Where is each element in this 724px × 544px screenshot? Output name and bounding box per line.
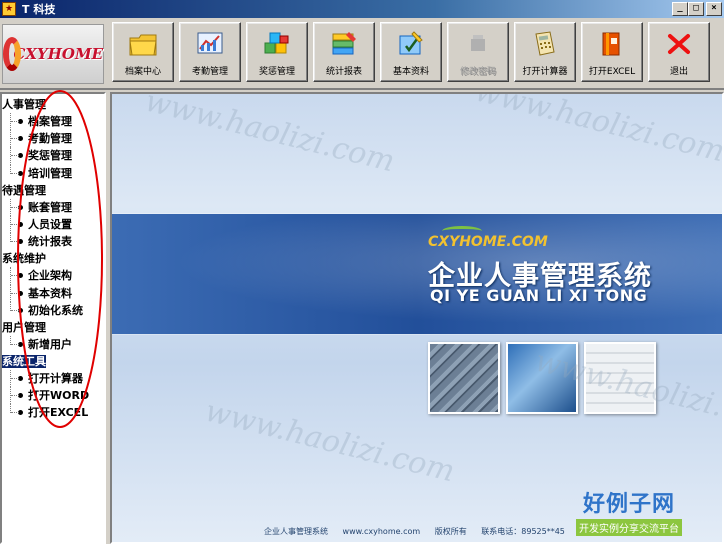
change-password-button[interactable]: 修改密码	[447, 22, 509, 82]
pen-photo	[506, 342, 578, 414]
open-excel-label: 打开EXCEL	[588, 67, 636, 77]
archive-center-label: 档案中心	[124, 67, 161, 77]
main-canvas: CXYHOME.COM 企业人事管理系统 QI YE GUAN LI XI TO…	[110, 92, 724, 544]
change-password-label: 修改密码	[459, 67, 496, 77]
report-icon	[329, 29, 359, 59]
bullet-icon	[18, 273, 23, 279]
exit-x-icon	[664, 29, 694, 59]
bullet-icon	[18, 341, 23, 347]
attendance-button[interactable]: 考勤管理	[179, 22, 241, 82]
keyboard-photo	[428, 342, 500, 414]
watermark-logo-main: 好例子网	[582, 491, 675, 517]
tree-group-tools[interactable]: 系统工具	[2, 353, 104, 370]
footer-copyright: 版权所有	[434, 527, 467, 536]
open-excel-button[interactable]: 打开EXCEL	[581, 22, 643, 82]
bullet-icon	[18, 239, 23, 245]
logo-text: CXYHOME	[13, 45, 103, 63]
keyboard-white-photo	[584, 342, 656, 414]
footer-info: 企业人事管理系统 www.cxyhome.com 版权所有 联系电话：89525…	[264, 526, 602, 537]
open-calculator-button[interactable]: 打开计算器	[514, 22, 576, 82]
footer-phone: 联系电话：89525**45	[481, 527, 565, 536]
bullet-icon	[18, 153, 23, 159]
tree-item-accounts[interactable]: 账套管理	[2, 198, 104, 217]
footer-website: www.cxyhome.com	[342, 527, 421, 536]
statistics-report-label: 统计报表	[325, 67, 362, 77]
bullet-icon	[18, 376, 23, 382]
toolbar: CXYHOME 档案中心 考勤管理 奖惩管理 统计报表 基本资料 修改密码 打开…	[0, 18, 724, 90]
banner-subline: QI YE GUAN LI XI TONG	[430, 286, 648, 305]
tree-group-maintenance[interactable]: 系统维护	[2, 250, 104, 267]
tree-item-org-structure[interactable]: 企业架构	[2, 267, 104, 285]
tree-item-basic-info[interactable]: 基本资料	[2, 284, 104, 302]
calculator-icon	[530, 29, 560, 59]
watermark-text: www.haolizi.com	[141, 92, 399, 180]
window-controls: _ □ ×	[672, 2, 722, 16]
title-bar: ★ T 科技 _ □ ×	[0, 0, 724, 18]
tree-item-add-user[interactable]: 新增用户	[2, 335, 104, 353]
tree-item-stats-report[interactable]: 统计报表	[2, 233, 104, 250]
tree-item-reward[interactable]: 奖惩管理	[2, 147, 104, 165]
watermark-text: www.haolizi.com	[201, 393, 459, 490]
tree-item-open-word[interactable]: 打开WORD	[2, 387, 104, 405]
bullet-icon	[18, 221, 23, 227]
navigation-tree: 人事管理 档案管理 考勤管理 奖惩管理 培训管理 待遇管理 账套管理 人员设置 …	[2, 96, 104, 422]
bullet-icon	[18, 170, 23, 176]
tree-item-archive[interactable]: 档案管理	[2, 113, 104, 131]
bullet-icon	[18, 393, 23, 399]
toolbar-buttons: 档案中心 考勤管理 奖惩管理 统计报表 基本资料 修改密码 打开计算器 打开EX…	[112, 22, 710, 82]
basic-info-button[interactable]: 基本资料	[380, 22, 442, 82]
tree-item-staff-settings[interactable]: 人员设置	[2, 215, 104, 234]
minimize-button[interactable]: _	[672, 2, 688, 16]
tree-item-attendance[interactable]: 考勤管理	[2, 130, 104, 148]
edit-icon	[396, 29, 426, 59]
banner-photos	[428, 342, 656, 414]
close-button[interactable]: ×	[706, 2, 722, 16]
bullet-icon	[18, 410, 23, 416]
watermark-logo-sub: 开发实例分享交流平台	[576, 519, 682, 536]
blocks-icon	[262, 29, 292, 59]
excel-book-icon	[597, 29, 627, 59]
bullet-icon	[18, 119, 23, 124]
tree-group-hr[interactable]: 人事管理	[2, 96, 104, 113]
bullet-icon	[18, 290, 23, 296]
exit-button[interactable]: 退出	[648, 22, 710, 82]
banner-brand: CXYHOME.COM	[428, 226, 548, 250]
bullet-icon	[18, 204, 23, 210]
reward-punish-label: 奖惩管理	[258, 67, 295, 77]
archive-center-button[interactable]: 档案中心	[112, 22, 174, 82]
exit-label: 退出	[669, 67, 688, 77]
tree-item-training[interactable]: 培训管理	[2, 164, 104, 182]
chart-icon	[195, 29, 225, 59]
open-calculator-label: 打开计算器	[522, 67, 568, 77]
reward-punish-button[interactable]: 奖惩管理	[246, 22, 308, 82]
basic-info-label: 基本资料	[392, 67, 429, 77]
password-icon	[463, 29, 493, 59]
footer-system-name: 企业人事管理系统	[264, 527, 328, 536]
bullet-icon	[18, 136, 23, 142]
tree-group-users[interactable]: 用户管理	[2, 319, 104, 336]
tree-item-open-excel[interactable]: 打开EXCEL	[2, 404, 104, 421]
maximize-button[interactable]: □	[688, 2, 704, 16]
logo-swirl-icon	[3, 37, 22, 71]
window-title: T 科技	[22, 3, 56, 16]
navigation-tree-panel: 人事管理 档案管理 考勤管理 奖惩管理 培训管理 待遇管理 账套管理 人员设置 …	[0, 92, 106, 544]
app-window: ★ T 科技 _ □ × CXYHOME 档案中心 考勤管理 奖惩管理 统计报表…	[0, 0, 724, 544]
tree-group-benefits[interactable]: 待遇管理	[2, 182, 104, 199]
attendance-label: 考勤管理	[191, 67, 228, 77]
folder-icon	[128, 29, 158, 59]
bullet-icon	[18, 307, 23, 313]
tree-item-open-calculator[interactable]: 打开计算器	[2, 370, 104, 388]
tree-item-init-system[interactable]: 初始化系统	[2, 301, 104, 319]
watermark-text: www.haolizi.com	[471, 92, 724, 170]
app-icon: ★	[2, 2, 16, 16]
watermark-logo: 好例子网 开发实例分享交流平台	[576, 486, 682, 536]
statistics-report-button[interactable]: 统计报表	[313, 22, 375, 82]
company-logo: CXYHOME	[2, 24, 104, 84]
